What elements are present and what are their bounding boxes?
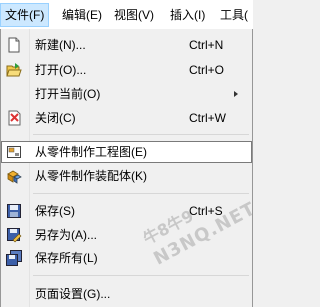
menu-item-label: 新建(N)...	[35, 38, 86, 52]
menu-item-label: 打开(O)...	[35, 63, 87, 77]
menu-item-shortcut: Ctrl+N	[189, 38, 224, 52]
menu-item-label: 保存(S)	[35, 204, 75, 218]
menu-file[interactable]: 文件(F)	[0, 3, 50, 27]
new-document-icon	[6, 37, 22, 53]
menu-item-label: 从零件制作装配体(K)	[35, 169, 147, 183]
menu-item-label: 打开当前(O)	[35, 87, 101, 101]
menu-separator	[33, 275, 249, 276]
open-folder-icon	[6, 62, 22, 78]
make-assembly-icon	[6, 168, 22, 184]
menu-item-shortcut: Ctrl+O	[189, 63, 225, 77]
menu-edit[interactable]: 编辑(E)	[58, 4, 106, 26]
menu-item-label: 关闭(C)	[35, 111, 76, 125]
menu-item-make-drawing-from-part[interactable]: 从零件制作工程图(E)	[1, 141, 252, 163]
save-as-icon	[6, 227, 22, 243]
menu-item-page-setup[interactable]: 页面设置(G)...	[1, 283, 252, 305]
menu-item-new[interactable]: 新建(N)... Ctrl+N	[1, 34, 252, 56]
submenu-arrow-icon	[234, 91, 238, 97]
menu-insert[interactable]: 插入(I)	[166, 4, 209, 26]
save-all-icon	[6, 250, 22, 266]
menu-separator	[33, 134, 249, 135]
menu-tools[interactable]: 工具(	[216, 4, 252, 26]
menu-item-label: 保存所有(L)	[35, 251, 98, 265]
save-icon	[6, 203, 22, 219]
menu-item-open-current[interactable]: 打开当前(O)	[1, 83, 252, 105]
menu-item-label: 另存为(A)...	[35, 228, 97, 242]
make-drawing-icon	[6, 144, 22, 160]
menu-item-shortcut: Ctrl+W	[189, 111, 226, 125]
menu-view[interactable]: 视图(V)	[110, 4, 158, 26]
menu-item-open[interactable]: 打开(O)... Ctrl+O	[1, 59, 252, 81]
close-document-icon	[6, 110, 22, 126]
menu-bar: 文件(F) 编辑(E) 视图(V) 插入(I) 工具(	[0, 0, 253, 30]
menu-item-make-assembly-from-part[interactable]: 从零件制作装配体(K)	[1, 165, 252, 187]
menu-item-label: 页面设置(G)...	[35, 287, 111, 301]
menu-item-close[interactable]: 关闭(C) Ctrl+W	[1, 107, 252, 129]
menu-item-label: 从零件制作工程图(E)	[35, 145, 147, 159]
